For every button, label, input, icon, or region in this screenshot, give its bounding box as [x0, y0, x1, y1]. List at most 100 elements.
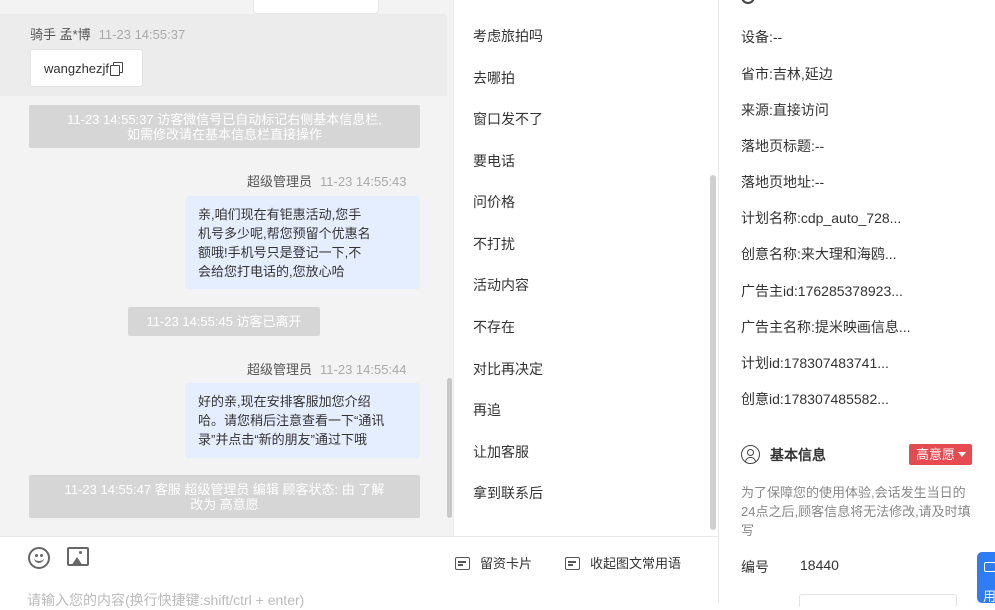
info-label: 广告主名称: [741, 319, 815, 335]
info-label: 计划id: [741, 355, 784, 371]
quick-reply-item[interactable]: 问价格 [473, 192, 515, 212]
info-label: 广告主id: [741, 283, 798, 299]
quick-reply-panel: 考虑旅拍吗 去哪拍 窗口发不了 要电话 问价格 不打扰 活动内容 不存在 对比再… [453, 0, 718, 536]
message-line: 亲,咱们现在有钜惠活动,您手 [198, 207, 362, 222]
wechat-id-text: wangzhezjf [44, 61, 110, 76]
quick-reply-item[interactable]: 让加客服 [473, 442, 529, 462]
agent-message-bubble: 亲,咱们现在有钜惠活动,您手 机号多少呢,帮您预留个优惠名 额哦!手机号只是登记… [185, 196, 420, 289]
status-change-notice: 11-23 14:55:47 客服 超级管理员 编辑 顾客状态: 由 了解 改为… [29, 475, 420, 518]
info-label: 落地页地址: [741, 174, 815, 190]
edit-deadline-notice: 为了保障您的使用体验,会话发生当日的24点之后,顾客信息将无法修改,请及时填写 [741, 485, 971, 538]
info-label: 创意id: [741, 391, 784, 407]
info-label: 计划名称: [741, 210, 801, 226]
info-row-advertiser-id: 广告主id:176285378923... [741, 281, 903, 301]
message-line: 会给您打电话的,您放心哈 [198, 264, 345, 279]
lead-card-button[interactable]: 留资卡片 [455, 553, 532, 572]
id-value: 18440 [800, 557, 839, 573]
collapse-phrases-label: 收起图文常用语 [590, 556, 682, 571]
system-notice: 11-23 14:55:37 访客微信号已自动标记右侧基本信息栏, 如需修改请在… [29, 105, 420, 148]
info-row-plan-name: 计划名称:cdp_auto_728... [741, 208, 901, 228]
card-icon [455, 557, 470, 570]
info-label: 落地页标题: [741, 138, 815, 154]
quick-reply-item[interactable]: 拿到联系后 [473, 483, 543, 503]
system-notice-line: 11-23 14:55:47 客服 超级管理员 编辑 顾客状态: 由 了解 [64, 482, 385, 497]
agent-meta: 超级管理员 11-23 14:55:43 [247, 171, 407, 190]
info-value: 直接访问 [772, 102, 829, 118]
system-notice-line: 11-23 14:55:37 访客微信号已自动标记右侧基本信息栏, [67, 112, 382, 127]
info-row-creative-name: 创意名称:来大理和海鸥... [741, 244, 897, 264]
agent-name: 超级管理员 [247, 174, 313, 189]
info-label: 设备: [741, 29, 773, 45]
collapse-phrases-button[interactable]: 收起图文常用语 [565, 553, 681, 572]
agent-time: 11-23 14:55:44 [320, 362, 407, 377]
info-row-region: 省市:吉林,延边 [741, 64, 833, 84]
wechat-id-card[interactable]: wangzhezjf [30, 49, 143, 87]
visitor-name: 骑手 孟*博 [30, 27, 91, 42]
id-label: 编号 [741, 559, 769, 575]
quick-reply-item[interactable]: 考虑旅拍吗 [473, 26, 543, 46]
basic-info-title-text: 基本信息 [770, 447, 826, 463]
visitor-time: 11-23 14:55:37 [98, 27, 186, 42]
location-icon [741, 0, 755, 4]
message-line: 哈。请您稍后注意查看一下“通讯 [198, 413, 385, 428]
basic-info-title: 基本信息 [741, 445, 826, 465]
message-line: 好的亲,现在安排客服加您介绍 [198, 394, 371, 409]
info-row-device: 设备:-- [741, 27, 782, 47]
info-value: cdp_auto_728... [800, 210, 902, 226]
user-icon [741, 445, 760, 464]
info-label: 创意名称: [741, 246, 801, 262]
info-row-creative-id: 创意id:178307485582... [741, 389, 889, 409]
lead-card-label: 留资卡片 [480, 556, 533, 571]
intent-status-label: 高意愿 [916, 447, 956, 462]
intent-status-dropdown[interactable]: 高意愿 [909, 444, 973, 465]
copy-icon[interactable] [110, 62, 124, 76]
info-row-landing-title: 落地页标题:-- [741, 136, 824, 156]
image-icon[interactable] [67, 547, 89, 566]
quick-reply-scrollbar[interactable] [710, 175, 716, 530]
quick-reply-item[interactable]: 窗口发不了 [473, 109, 543, 129]
top-tab[interactable] [253, 0, 379, 14]
quick-reply-item[interactable]: 去哪拍 [473, 68, 515, 88]
info-value: -- [772, 29, 783, 45]
message-icon [565, 557, 580, 570]
emoji-icon[interactable] [28, 547, 50, 569]
next-field-input[interactable] [799, 594, 957, 606]
info-label: 省市: [741, 66, 773, 82]
info-value: 提米映画信息... [814, 319, 911, 335]
agent-message-bubble: 好的亲,现在安排客服加您介绍 哈。请您稍后注意查看一下“通讯 录”并点击“新的朋… [185, 383, 420, 458]
agent-name: 超级管理员 [247, 362, 313, 377]
info-row-plan-id: 计划id:178307483741... [741, 353, 889, 373]
info-value: 178307485582... [783, 391, 889, 407]
info-value: 吉林,延边 [772, 66, 833, 82]
info-row-source: 来源:直接访问 [741, 100, 829, 120]
visitor-info-panel: 设备:-- 省市:吉林,延边 来源:直接访问 落地页标题:-- 落地页地址:--… [718, 0, 995, 606]
agent-time: 11-23 14:55:43 [320, 174, 407, 189]
quick-reply-item[interactable]: 再追 [473, 400, 501, 420]
info-value: -- [814, 138, 825, 154]
system-notice-line: 改为 高意愿 [190, 497, 259, 512]
quick-reply-item[interactable]: 不存在 [473, 317, 515, 337]
chat-panel: 骑手 孟*博 11-23 14:55:37 wangzhezjf 11-23 14… [0, 0, 453, 536]
message-input[interactable] [27, 590, 707, 610]
floating-side-tab[interactable]: 用 [977, 552, 995, 603]
floating-tab-label: 用 [983, 589, 995, 603]
quick-reply-item[interactable]: 不打扰 [473, 234, 515, 254]
message-composer: 留资卡片 收起图文常用语 [0, 536, 718, 610]
chat-icon [984, 562, 995, 572]
message-line: 录”并点击“新的朋友”通过下哦 [198, 432, 367, 447]
quick-reply-item[interactable]: 要电话 [473, 151, 515, 171]
info-row-landing-url: 落地页地址:-- [741, 172, 824, 192]
info-value: -- [814, 174, 825, 190]
quick-reply-item[interactable]: 活动内容 [473, 275, 529, 295]
info-row-advertiser-name: 广告主名称:提米映画信息... [741, 317, 911, 337]
info-value: 来大理和海鸥... [800, 246, 897, 262]
visitor-left-notice: 11-23 14:55:45 访客已离开 [128, 307, 320, 336]
caret-down-icon [958, 452, 967, 457]
system-notice-line: 如需修改请在基本信息栏直接操作 [126, 127, 322, 142]
visitor-meta: 骑手 孟*博 11-23 14:55:37 [30, 24, 185, 43]
info-label: 来源: [741, 102, 773, 118]
quick-reply-item[interactable]: 对比再决定 [473, 359, 543, 379]
chat-scrollbar[interactable] [447, 378, 452, 518]
info-value: 176285378923... [797, 283, 903, 299]
agent-meta: 超级管理员 11-23 14:55:44 [247, 359, 407, 378]
